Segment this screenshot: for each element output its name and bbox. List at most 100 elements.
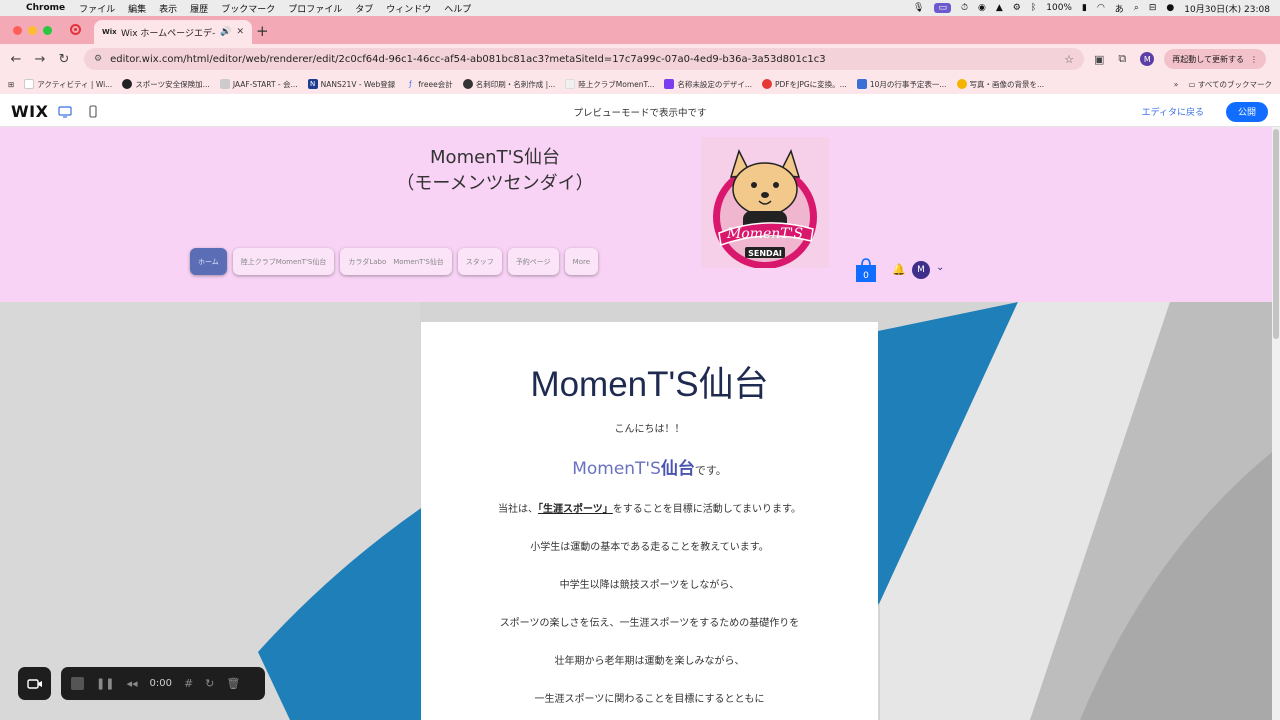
trash-icon[interactable]: 🗑 <box>226 677 240 690</box>
close-window-button[interactable] <box>13 26 22 35</box>
desktop-icon <box>58 105 72 118</box>
stop-recording-button[interactable] <box>71 677 84 690</box>
apps-grid-icon[interactable]: ⊞ <box>8 80 14 89</box>
site-title-line2: （モーメンツセンダイ） <box>396 173 594 194</box>
wifi-icon[interactable]: ◠ <box>1097 3 1105 13</box>
screen-recorder-icon[interactable]: ▭ <box>934 3 951 13</box>
bookmark-item[interactable]: 陸上クラブMomenT... <box>565 79 654 90</box>
extension-badge-icon[interactable]: ▣ <box>1094 53 1104 66</box>
forward-button[interactable]: → <box>28 52 52 67</box>
menu-help[interactable]: ヘルプ <box>444 2 471 15</box>
restart-icon[interactable]: ↻ <box>205 677 214 690</box>
bookmarks-overflow-button[interactable]: » <box>1174 80 1179 89</box>
menu-item-booking[interactable]: 予約ページ <box>507 248 559 275</box>
menu-item-staff[interactable]: スタッフ <box>457 248 502 275</box>
menu-window[interactable]: ウィンドウ <box>386 2 431 15</box>
address-bar[interactable]: ⚙ editor.wix.com/html/editor/web/rendere… <box>84 48 1084 70</box>
more-options-icon[interactable]: ⋮ <box>1250 55 1258 64</box>
all-bookmarks-folder[interactable]: ▭ すべてのブックマーク <box>1188 79 1272 90</box>
nans-favicon-icon: N <box>307 79 318 89</box>
card-title: MomenT'S仙台 <box>530 365 769 404</box>
bookmark-item[interactable]: スポーツ安全保険加... <box>122 79 210 90</box>
spotlight-search-icon[interactable]: ⌕ <box>1134 3 1139 13</box>
menu-history[interactable]: 履歴 <box>190 2 208 15</box>
menu-bookmarks[interactable]: ブックマーク <box>221 2 275 15</box>
scrollbar-thumb[interactable] <box>1273 129 1279 339</box>
site-logo[interactable]: MomenT'S SENDAI <box>701 137 829 268</box>
battery-label: 100% <box>1046 3 1072 13</box>
new-tab-button[interactable]: + <box>256 22 269 40</box>
url-text[interactable]: editor.wix.com/html/editor/web/renderer/… <box>110 54 1064 65</box>
bookmark-item[interactable]: N NANS21V - Web登録 <box>307 79 395 90</box>
site-menu: ホーム 陸上クラブMomenT'S仙台 カラダLabo MomenT'S仙台 ス… <box>190 248 599 275</box>
menu-item-more[interactable]: More <box>564 248 599 275</box>
menu-edit[interactable]: 編集 <box>128 2 146 15</box>
app-menu-chrome[interactable]: Chrome <box>26 3 65 13</box>
siri-icon[interactable]: ● <box>1166 3 1174 13</box>
preview-mode-text: プレビューモードで表示中です <box>573 107 707 119</box>
pause-icon[interactable]: ❚❚ <box>96 677 114 690</box>
chevron-down-icon[interactable]: ⌄ <box>936 262 944 273</box>
bookmark-item[interactable]: 名称未設定のデザイ... <box>664 79 752 90</box>
mobile-view-button[interactable] <box>79 97 107 127</box>
bluetooth-icon[interactable]: ᛒ <box>1031 3 1036 13</box>
zoom-icon[interactable]: ◉ <box>978 3 986 13</box>
logo-script-text: MomenT'S <box>726 226 803 242</box>
grid-icon[interactable]: # <box>184 677 193 690</box>
timer-icon[interactable]: ⏱ <box>961 3 968 13</box>
drive-icon[interactable]: ▲ <box>996 3 1003 13</box>
settings-gear-icon[interactable]: ⚙ <box>1013 3 1021 13</box>
back-to-editor-link[interactable]: エディタに戻る <box>1142 105 1204 118</box>
zoom-window-button[interactable] <box>43 26 52 35</box>
site-info-icon[interactable]: ⚙ <box>94 54 102 64</box>
menu-clock[interactable]: 10月30日(木) 23:08 <box>1184 2 1270 15</box>
microphone-icon[interactable]: 🎙 <box>913 3 924 13</box>
menu-tab[interactable]: タブ <box>355 2 373 15</box>
page-scrollbar[interactable] <box>1272 127 1280 720</box>
menu-profiles[interactable]: プロファイル <box>288 2 342 15</box>
tab-audio-icon[interactable]: 🔊 <box>220 27 231 37</box>
calendar-favicon-icon <box>856 79 867 89</box>
greeting-text: こんにちは！！ <box>614 424 685 435</box>
menu-file[interactable]: ファイル <box>79 2 115 15</box>
bookmark-item[interactable]: JAAF-START - 会... <box>219 79 298 90</box>
member-avatar[interactable]: M <box>912 261 930 279</box>
extensions-puzzle-icon[interactable]: ⧉ <box>1118 52 1126 66</box>
back-button[interactable]: ← <box>4 52 28 67</box>
wix-favicon-icon <box>24 79 35 89</box>
bookmark-item[interactable]: ƒ freee会計 <box>405 79 453 90</box>
notifications-bell-icon[interactable]: 🔔 <box>892 263 906 276</box>
bookmark-item[interactable]: PDFをJPGに変換。... <box>762 79 847 90</box>
tab-close-icon[interactable]: ✕ <box>236 27 244 37</box>
minimize-window-button[interactable] <box>28 26 37 35</box>
profile-avatar[interactable]: M <box>1140 52 1155 66</box>
relaunch-update-button[interactable]: 再起動して更新する ⋮ <box>1164 49 1267 69</box>
wix-favicon-icon <box>565 79 576 89</box>
logo-sendai-text: SENDAI <box>748 249 782 258</box>
menu-item-home[interactable]: ホーム <box>190 248 227 275</box>
video-camera-icon <box>26 678 42 689</box>
bookmark-star-icon[interactable]: ☆ <box>1064 53 1074 66</box>
menu-view[interactable]: 表示 <box>159 2 177 15</box>
reload-button[interactable]: ↻ <box>52 52 76 67</box>
publish-button[interactable]: 公開 <box>1226 101 1268 122</box>
intro-text: 当社は、「生涯スポーツ」をすることを目標に活動してまいります。 <box>497 504 801 515</box>
input-method-icon[interactable]: あ <box>1115 2 1124 15</box>
cart-button[interactable]: 0 <box>855 257 877 283</box>
dog-mascot-logo-icon: MomenT'S SENDAI <box>713 148 817 268</box>
menu-item-track-club[interactable]: 陸上クラブMomenT'S仙台 <box>232 248 335 275</box>
bookmark-item[interactable]: 写真・画像の背景を... <box>956 79 1044 90</box>
bookmark-item[interactable]: 10月の行事予定表一... <box>856 79 947 90</box>
rewind-icon[interactable]: ◂◂ <box>126 677 137 690</box>
desktop-view-button[interactable] <box>51 97 79 127</box>
camera-toggle-button[interactable] <box>18 667 51 700</box>
menu-item-karada-labo[interactable]: カラダLabo MomenT'S仙台 <box>340 248 452 275</box>
browser-tab-wix[interactable]: Wix Wix ホームページエディタ 🔊 ✕ <box>94 20 252 44</box>
bookmark-item[interactable]: 名刺印刷・名刺作成 |... <box>462 79 555 90</box>
intro-card: MomenT'S仙台 こんにちは！！ MomenT'S仙台です。 当社は、「生涯… <box>421 322 878 720</box>
battery-icon[interactable]: ▮ <box>1082 3 1087 13</box>
globe-favicon-icon <box>122 79 133 89</box>
bookmark-item[interactable]: アクティビティ | Wi... <box>24 79 112 90</box>
heart-favicon-icon <box>762 79 772 89</box>
control-center-icon[interactable]: ⊟ <box>1149 3 1157 13</box>
